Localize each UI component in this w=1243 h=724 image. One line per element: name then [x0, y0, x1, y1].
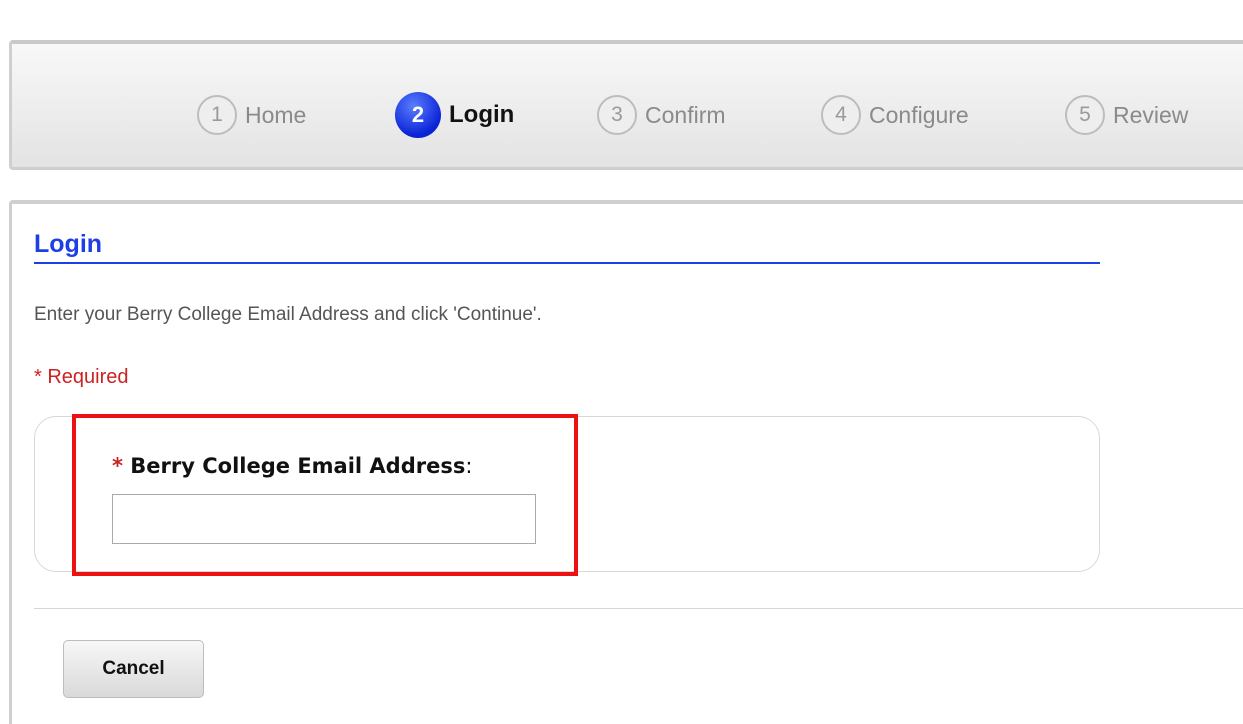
step-label: Login: [449, 101, 515, 128]
divider: [34, 608, 1243, 609]
step-label: Review: [1113, 101, 1189, 128]
wizard-step-configure: 4 Configure: [821, 92, 969, 138]
step-number-badge: 1: [197, 95, 237, 135]
login-panel: Login Enter your Berry College Email Add…: [9, 200, 1243, 724]
highlight-annotation-box: [72, 414, 578, 576]
wizard-step-login: 2 Login: [395, 92, 514, 138]
wizard-step-home: 1 Home: [197, 92, 306, 138]
wizard-step-confirm: 3 Confirm: [597, 92, 726, 138]
step-number-badge: 4: [821, 95, 861, 135]
step-label: Home: [245, 101, 307, 128]
required-note: * Required: [34, 366, 129, 388]
step-label: Confirm: [645, 101, 726, 128]
cancel-button[interactable]: Cancel: [63, 640, 204, 698]
step-number-badge: 2: [395, 92, 441, 138]
page-title: Login: [34, 230, 1100, 264]
step-label: Configure: [869, 101, 969, 128]
wizard-progress-bar: 1 Home 2 Login 3 Confirm 4 Configure 5 R…: [9, 40, 1243, 170]
step-number-badge: 3: [597, 95, 637, 135]
wizard-step-review: 5 Review: [1065, 92, 1188, 138]
instructions-text: Enter your Berry College Email Address a…: [34, 304, 542, 325]
step-number-badge: 5: [1065, 95, 1105, 135]
